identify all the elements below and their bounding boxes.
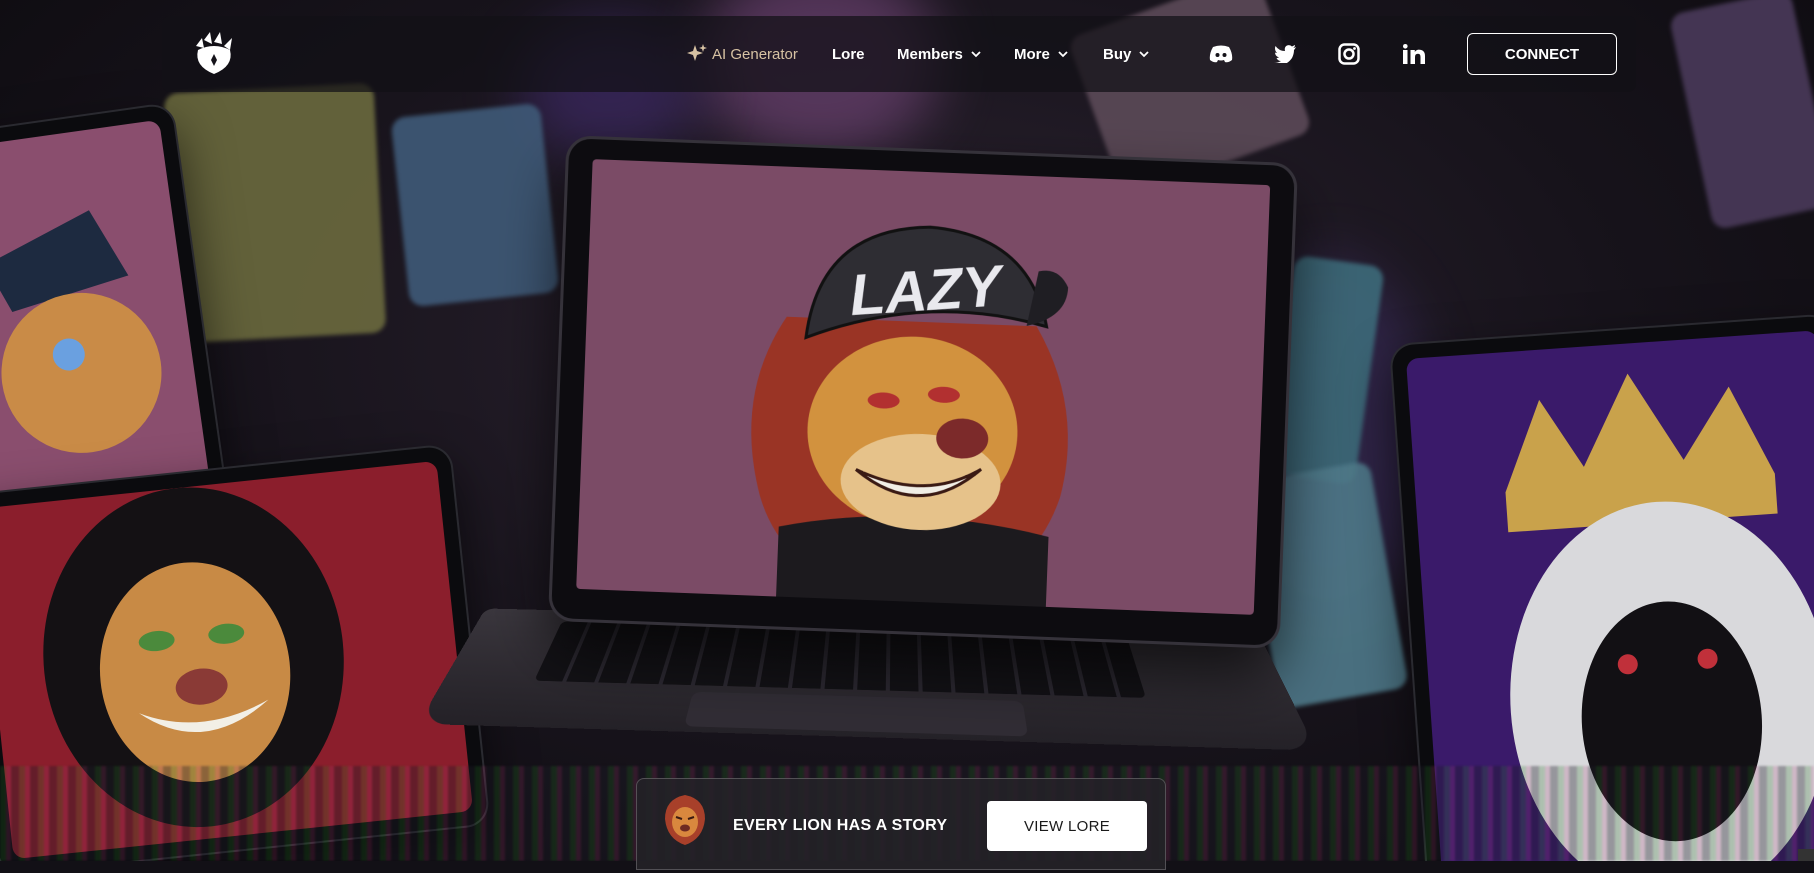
banner-tagline: EVERY LION HAS A STORY <box>733 817 948 834</box>
connect-button[interactable]: CONNECT <box>1467 33 1617 75</box>
lore-banner: EVERY LION HAS A STORY VIEW LORE <box>636 778 1166 870</box>
linkedin-icon <box>1403 44 1425 64</box>
nav-more-label: More <box>1014 45 1050 63</box>
nav-members[interactable]: Members <box>897 16 981 92</box>
paw-logo-icon <box>196 32 232 74</box>
lazy-lions-logo[interactable] <box>192 32 236 74</box>
chevron-down-icon <box>1139 51 1149 58</box>
twitter-icon <box>1274 45 1296 63</box>
lion-head-icon <box>665 795 705 845</box>
discord-icon <box>1209 45 1233 63</box>
nav-ai-generator-label: AI Generator <box>712 45 798 63</box>
lazy-lion-artwork: LAZY <box>751 225 1069 607</box>
discord-link[interactable] <box>1208 42 1234 66</box>
hero-background: LAZY <box>0 0 1814 861</box>
instagram-icon <box>1338 43 1360 65</box>
twitter-link[interactable] <box>1272 42 1298 66</box>
linkedin-link[interactable] <box>1401 42 1427 66</box>
background-nft-tile <box>1668 0 1814 231</box>
chevron-down-icon <box>1058 51 1068 58</box>
laptop: LAZY <box>551 138 1295 646</box>
chevron-down-icon <box>971 51 981 58</box>
nav-members-label: Members <box>897 45 963 63</box>
nav-buy[interactable]: Buy <box>1103 16 1149 92</box>
background-nft-tile <box>390 102 560 308</box>
nav-lore[interactable]: Lore <box>832 16 865 92</box>
sparkle-icon <box>687 44 707 61</box>
volume-icon[interactable] <box>1798 849 1814 861</box>
instagram-link[interactable] <box>1336 42 1362 66</box>
laptop-screen: LAZY <box>576 159 1271 615</box>
nav-lore-label: Lore <box>832 45 865 63</box>
view-lore-button[interactable]: VIEW LORE <box>987 801 1147 851</box>
nav-buy-label: Buy <box>1103 45 1132 63</box>
lion-avatar <box>663 795 707 845</box>
nav-ai-generator[interactable]: AI Generator <box>686 16 798 92</box>
top-navbar: AI Generator Lore Members More Buy CONNE… <box>162 16 1636 92</box>
nav-more[interactable]: More <box>1014 16 1068 92</box>
cap-text: LAZY <box>848 253 1009 328</box>
